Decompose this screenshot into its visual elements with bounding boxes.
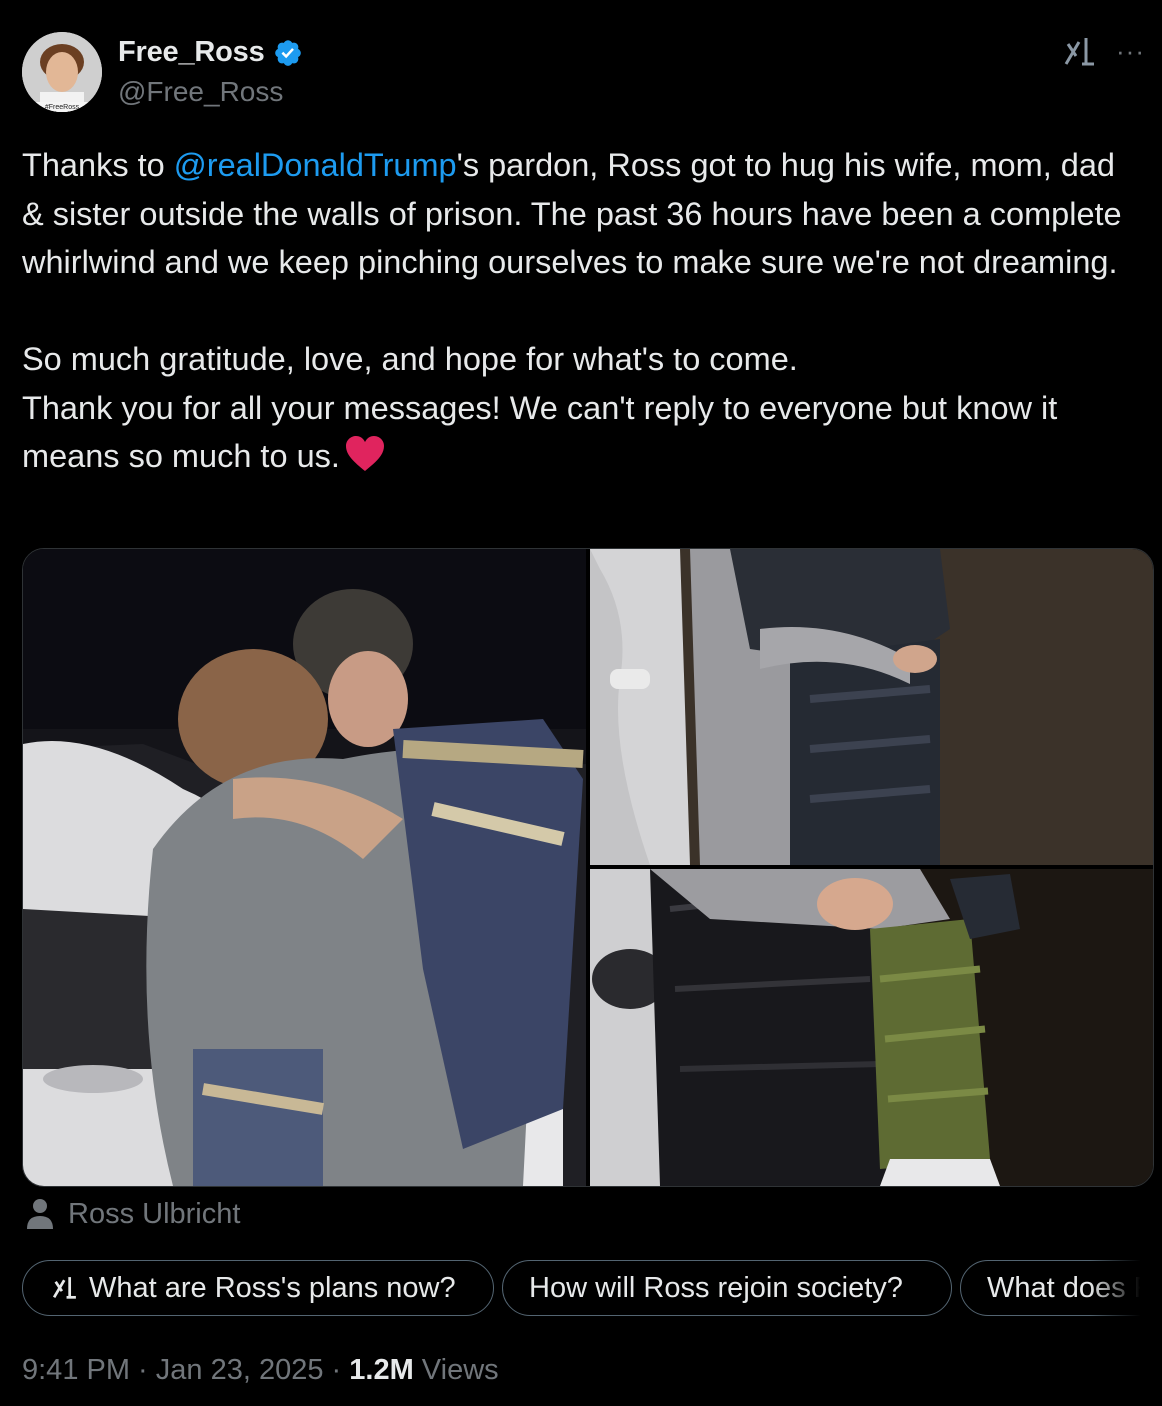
tweet-paragraph-3: Thank you for all your messages! We can'…: [22, 384, 1142, 481]
meta-separator: ·: [130, 1354, 156, 1386]
tweet-blank-line: [22, 287, 1142, 336]
photo-hug-top-right[interactable]: [590, 549, 1153, 865]
more-options-icon[interactable]: ···: [1116, 36, 1145, 67]
grok-prompt-chip[interactable]: What are Ross's plans now?: [22, 1260, 494, 1316]
tagged-person-name[interactable]: Ross Ulbricht: [68, 1198, 240, 1231]
media-grid: [22, 548, 1154, 1187]
grok-prompt-label: What are Ross's plans now?: [89, 1271, 456, 1304]
tweet-text-segment: Thank you for all your messages! We can'…: [22, 389, 1058, 475]
author-handle[interactable]: @Free_Ross: [118, 76, 283, 108]
svg-text:#FreeRoss: #FreeRoss: [45, 104, 80, 111]
grok-prompt-label: How will Ross rejoin society?: [529, 1271, 903, 1304]
tweet-date[interactable]: Jan 23, 2025: [156, 1354, 324, 1386]
author-display-name[interactable]: Free_Ross: [118, 36, 265, 69]
heart-emoji-icon: [345, 436, 384, 471]
grok-prompts: What are Ross's plans now? How will Ross…: [22, 1260, 1152, 1318]
author-name-row[interactable]: Free_Ross: [118, 36, 303, 69]
tweet-paragraph-1: Thanks to @realDonaldTrump's pardon, Ros…: [22, 141, 1142, 287]
photo-hug-main[interactable]: [23, 549, 586, 1186]
tweet-paragraph-2: So much gratitude, love, and hope for wh…: [22, 341, 798, 377]
views-count: 1.2M: [349, 1354, 414, 1386]
tweet-time[interactable]: 9:41 PM: [22, 1354, 130, 1386]
grok-prompt-chip[interactable]: How will Ross rejoin society?: [502, 1260, 952, 1316]
grok-icon: [52, 1277, 76, 1299]
media-tag[interactable]: Ross Ulbricht: [24, 1197, 240, 1231]
tweet-text-segment: Thanks to: [22, 147, 174, 183]
author-avatar[interactable]: #FreeRoss: [22, 32, 102, 112]
mention-link[interactable]: @realDonaldTrump: [174, 147, 457, 183]
chips-scroll-fade: [1090, 1258, 1162, 1320]
verified-badge-icon: [274, 39, 301, 66]
person-icon: [27, 1199, 53, 1229]
tweet-text: Thanks to @realDonaldTrump's pardon, Ros…: [22, 141, 1142, 481]
tweet-meta: 9:41 PM · Jan 23, 2025 · 1.2M Views: [22, 1354, 499, 1387]
views-label: Views: [413, 1354, 499, 1386]
meta-separator: ·: [323, 1354, 350, 1386]
grok-icon[interactable]: [1062, 34, 1098, 70]
photo-hug-bottom-right[interactable]: [590, 869, 1153, 1186]
